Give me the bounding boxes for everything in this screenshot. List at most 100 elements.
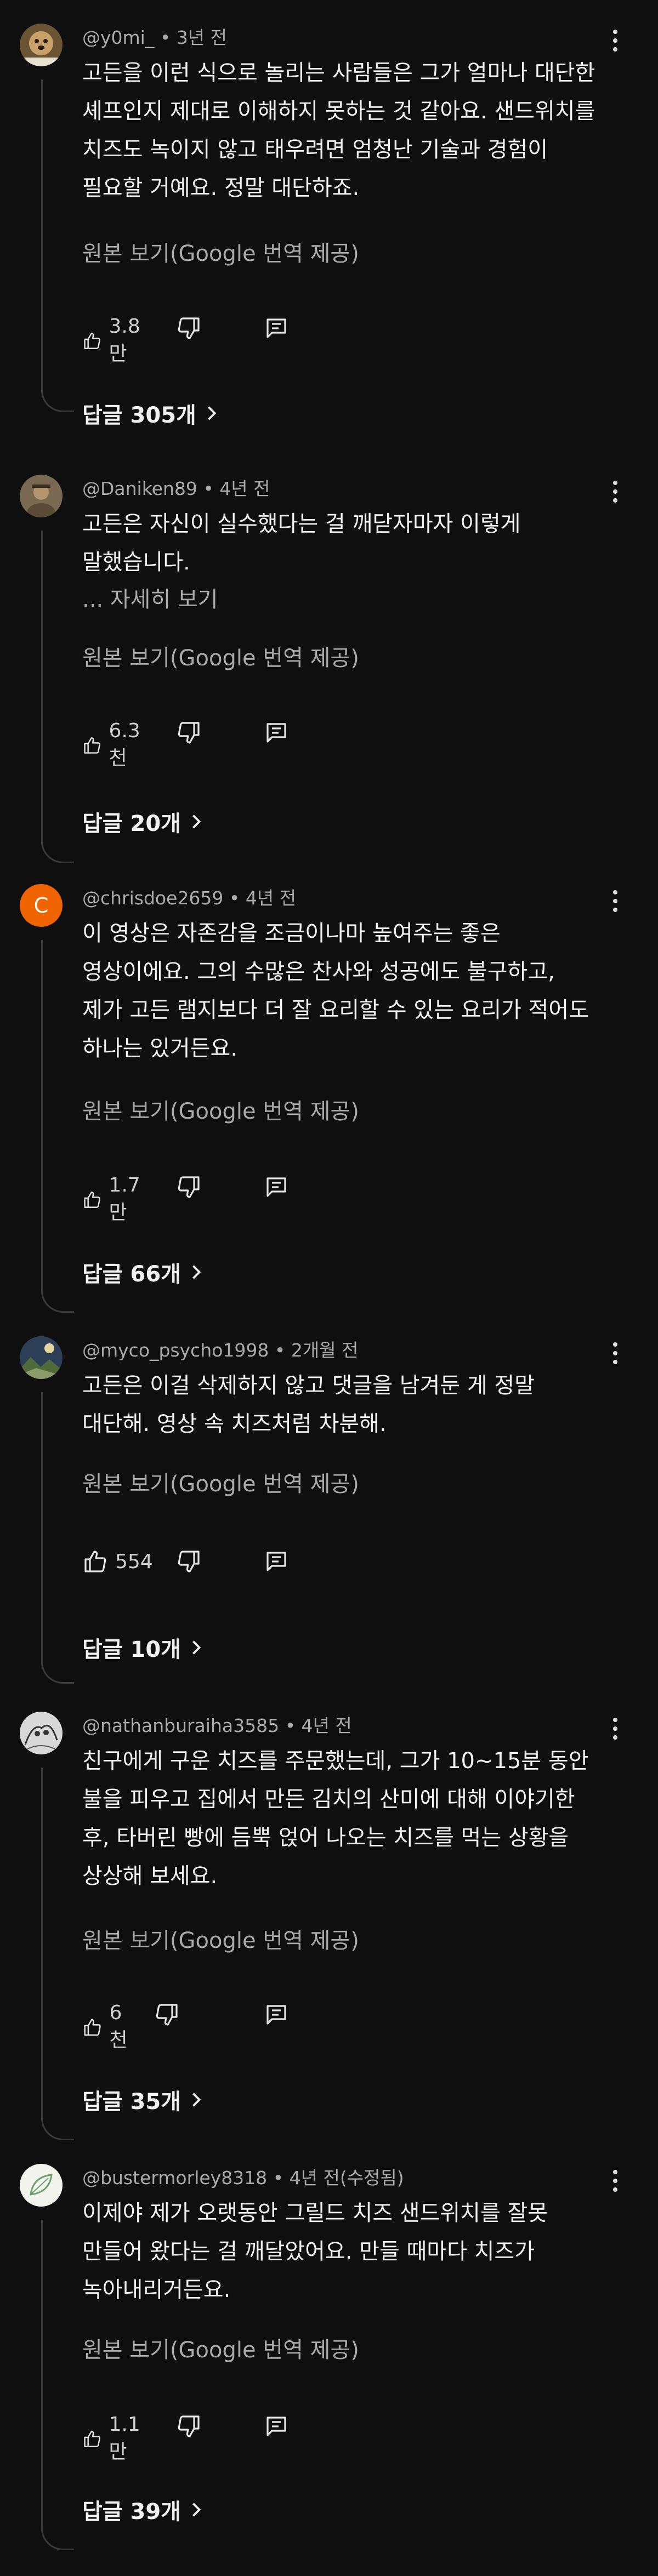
author-name[interactable]: @Daniken89 bbox=[82, 478, 197, 499]
reply-icon bbox=[266, 318, 286, 338]
comment-text: 고든은 이걸 삭제하지 않고 댓글을 남겨둔 게 정말 대단해. 영상 속 치즈… bbox=[82, 1366, 600, 1443]
thumbs-down-icon bbox=[178, 317, 200, 339]
comment-time: 2개월 전 bbox=[291, 1340, 359, 1361]
view-replies-button[interactable]: 답글 35개 bbox=[82, 2084, 202, 2116]
comment-thread: C @chrisdoe2659 • 4년 전 이 영상은 자존감을 조금이나마 … bbox=[0, 860, 658, 1313]
reply-button[interactable] bbox=[263, 315, 290, 344]
view-replies-button[interactable]: 답글 39개 bbox=[82, 2494, 202, 2526]
reply-icon bbox=[266, 2417, 286, 2436]
comment-line: 제가 고든 램지보다 더 잘 요리할 수 있는 요리가 적어도 bbox=[82, 998, 589, 1023]
comment-line: 이 영상은 자존감을 조금이나마 높여주는 좋은 bbox=[82, 921, 501, 946]
thumbs-up-icon bbox=[84, 2019, 101, 2036]
more-options-button[interactable] bbox=[610, 1718, 621, 1742]
more-options-button[interactable] bbox=[610, 481, 621, 505]
reply-button[interactable] bbox=[263, 720, 290, 748]
thumbs-down-icon bbox=[178, 2415, 200, 2437]
view-original-link[interactable]: 원본 보기(Google 번역 제공) bbox=[82, 1466, 359, 1498]
comment-meta: @bustermorley8318 • 4년 전(수정됨) bbox=[82, 2167, 404, 2189]
sketch-avatar-icon[interactable] bbox=[20, 1712, 63, 1754]
comment-line: 고든을 이런 식으로 놀리는 사람들은 그가 얼마나 대단한 bbox=[82, 60, 595, 86]
thread-connector bbox=[41, 840, 74, 863]
view-replies-button[interactable]: 답글 10개 bbox=[82, 1632, 202, 1663]
dislike-button[interactable] bbox=[175, 1548, 202, 1577]
like-button[interactable]: 6천 bbox=[82, 2002, 133, 2053]
person-avatar-icon[interactable] bbox=[20, 475, 63, 517]
like-button[interactable]: 1.1만 bbox=[82, 2413, 146, 2464]
comment-line: 후, 타버린 빵에 듬뿍 얹어 나오는 치즈를 먹는 상황을 bbox=[82, 1825, 569, 1850]
thread-connector bbox=[41, 1290, 74, 1313]
comment-line: 하나는 있거든요. bbox=[82, 1036, 238, 1061]
reply-button[interactable] bbox=[263, 1548, 290, 1577]
reply-count: 답글 39개 bbox=[82, 2499, 181, 2524]
landscape-avatar-icon[interactable] bbox=[20, 1336, 63, 1379]
comment-line: 고든은 자신이 실수했다는 걸 깨닫자마자 이렇게 bbox=[82, 511, 521, 537]
reply-icon bbox=[266, 1177, 286, 1197]
view-original-link[interactable]: 원본 보기(Google 번역 제공) bbox=[82, 2332, 359, 2364]
view-original-link[interactable]: 원본 보기(Google 번역 제공) bbox=[82, 236, 359, 267]
author-name[interactable]: @y0mi_ bbox=[82, 27, 154, 48]
thread-connector bbox=[41, 2527, 74, 2550]
comment-time: 4년 전(수정됨) bbox=[289, 2167, 404, 2189]
letter-avatar-icon[interactable]: C bbox=[20, 884, 63, 927]
comment-text: 이제야 제가 오랫동안 그릴드 치즈 샌드위치를 잘못 만들어 왔다는 걸 깨달… bbox=[82, 2194, 600, 2309]
thumbs-down-icon bbox=[178, 1551, 200, 1572]
thumbs-down-icon bbox=[156, 2004, 178, 2026]
read-more-link[interactable]: ... 자세히 보기 bbox=[82, 582, 218, 613]
more-options-button[interactable] bbox=[610, 30, 621, 54]
more-options-button[interactable] bbox=[610, 1342, 621, 1366]
like-button[interactable]: 554 bbox=[82, 1548, 153, 1575]
comment-line: 불을 피우고 집에서 만든 김치의 산미에 대해 이야기한 bbox=[82, 1787, 575, 1812]
reply-button[interactable] bbox=[263, 2413, 290, 2442]
comment-meta: @Daniken89 • 4년 전 bbox=[82, 478, 270, 499]
comment-line: 말했습니다. bbox=[82, 550, 190, 575]
reply-button[interactable] bbox=[263, 1174, 290, 1202]
dislike-button[interactable] bbox=[175, 720, 202, 748]
like-button[interactable]: 3.8만 bbox=[82, 315, 146, 366]
author-name[interactable]: @bustermorley8318 bbox=[82, 2167, 267, 2189]
thumbs-up-icon bbox=[84, 737, 100, 754]
like-count: 6천 bbox=[109, 2002, 128, 2051]
reply-icon bbox=[266, 2005, 286, 2025]
chevron-right-icon bbox=[207, 406, 217, 420]
comment-line: 만들어 왔다는 걸 깨달았어요. 만들 때마다 치즈가 bbox=[82, 2239, 535, 2264]
chevron-right-icon bbox=[192, 1265, 201, 1279]
like-button[interactable]: 1.7만 bbox=[82, 1174, 146, 1225]
comment-line: 셰프인지 제대로 이해하지 못하는 것 같아요. 샌드위치를 bbox=[82, 99, 595, 124]
view-original-link[interactable]: 원본 보기(Google 번역 제공) bbox=[82, 640, 359, 672]
more-options-button[interactable] bbox=[610, 890, 621, 914]
comment-line: 녹아내리거든요. bbox=[82, 2277, 231, 2303]
view-replies-button[interactable]: 답글 20개 bbox=[82, 806, 202, 837]
view-replies-button[interactable]: 답글 66개 bbox=[82, 1256, 202, 1288]
dislike-button[interactable] bbox=[175, 315, 202, 344]
comment-text: 고든은 자신이 실수했다는 걸 깨닫자마자 이렇게 말했습니다. bbox=[82, 505, 600, 582]
thread-line bbox=[41, 940, 43, 1291]
view-replies-button[interactable]: 답글 305개 bbox=[82, 397, 217, 429]
dislike-button[interactable] bbox=[175, 2413, 202, 2442]
reply-button[interactable] bbox=[263, 2002, 290, 2030]
comment-line: 이제야 제가 오랫동안 그릴드 치즈 샌드위치를 잘못 bbox=[82, 2201, 548, 2226]
thumbs-down-icon bbox=[178, 722, 200, 744]
dislike-button[interactable] bbox=[175, 1174, 202, 1202]
leaf-avatar-icon[interactable] bbox=[20, 2164, 63, 2207]
reply-count: 답글 20개 bbox=[82, 811, 181, 836]
chevron-right-icon bbox=[192, 1640, 201, 1655]
like-button[interactable]: 6.3천 bbox=[82, 720, 146, 771]
reply-count: 답글 305개 bbox=[82, 403, 196, 428]
comment-line: 친구에게 구운 치즈를 주문했는데, 그가 10~15분 동안 bbox=[82, 1748, 589, 1774]
view-original-link[interactable]: 원본 보기(Google 번역 제공) bbox=[82, 1923, 359, 1954]
view-original-link[interactable]: 원본 보기(Google 번역 제공) bbox=[82, 1093, 359, 1125]
comment-time: 3년 전 bbox=[176, 27, 228, 48]
author-name[interactable]: @nathanburaiha3585 bbox=[82, 1715, 279, 1736]
dislike-button[interactable] bbox=[154, 2002, 180, 2030]
comment-time: 4년 전 bbox=[245, 887, 297, 909]
comment-thread: @bustermorley8318 • 4년 전(수정됨) 이제야 제가 오랫동… bbox=[0, 2140, 658, 2576]
dog-avatar-icon[interactable] bbox=[20, 24, 63, 66]
comment-thread: @myco_psycho1998 • 2개월 전 고든은 이걸 삭제하지 않고 … bbox=[0, 1313, 658, 1740]
author-name[interactable]: @myco_psycho1998 bbox=[82, 1340, 269, 1361]
comment-meta: @nathanburaiha3585 • 4년 전 bbox=[82, 1715, 352, 1736]
author-name[interactable]: @chrisdoe2659 bbox=[82, 887, 223, 909]
chevron-right-icon bbox=[192, 814, 201, 829]
comment-line: 필요할 거예요. 정말 대단하죠. bbox=[82, 175, 360, 201]
more-options-button[interactable] bbox=[610, 2170, 621, 2194]
like-count: 554 bbox=[115, 1550, 153, 1573]
